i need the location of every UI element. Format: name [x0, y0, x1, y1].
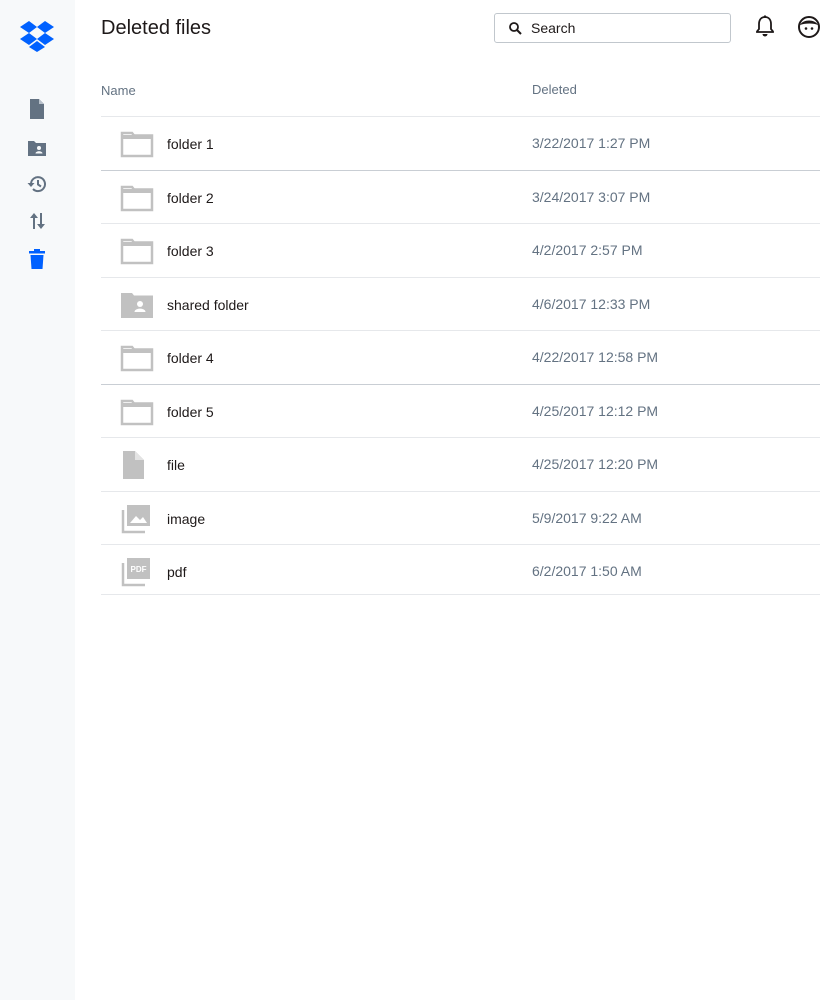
deleted-files-table: Name Deleted folder 1 3/22/2017 1:27 PM …	[101, 76, 820, 595]
shared-folder-icon	[121, 292, 153, 318]
folder-icon	[120, 345, 154, 372]
table-row[interactable]: folder 1 3/22/2017 1:27 PM	[101, 117, 820, 171]
table-row[interactable]: file 4/25/2017 12:20 PM	[101, 438, 820, 492]
folder-icon	[120, 238, 154, 265]
column-header-name[interactable]: Name	[101, 83, 136, 98]
row-name: folder 1	[167, 136, 214, 152]
row-deleted-date: 4/25/2017 12:20 PM	[532, 456, 659, 472]
shared-folder-icon[interactable]	[26, 137, 48, 159]
column-header-deleted[interactable]: Deleted	[532, 82, 577, 97]
search-icon	[509, 22, 522, 35]
file-icon[interactable]	[26, 98, 48, 120]
row-name: shared folder	[167, 296, 249, 313]
row-deleted-date: 3/22/2017 1:27 PM	[532, 135, 651, 151]
sidebar	[0, 0, 75, 1000]
page-title: Deleted files	[101, 17, 212, 39]
main-content: Deleted files Name Deleted folder 1	[75, 0, 840, 1000]
row-name: image	[167, 510, 206, 527]
search-input[interactable]	[531, 18, 721, 38]
folder-icon	[120, 185, 154, 211]
trash-icon[interactable]	[26, 248, 48, 270]
pdf-icon: PDF	[121, 558, 150, 587]
row-name: folder 2	[167, 189, 214, 206]
search-box[interactable]	[494, 13, 731, 43]
folder-icon	[120, 399, 154, 425]
table-row[interactable]: image 5/9/2017 9:22 AM	[101, 492, 820, 545]
row-name: pdf	[167, 564, 187, 580]
table-row[interactable]: folder 2 3/24/2017 3:07 PM	[101, 171, 820, 224]
row-deleted-date: 3/24/2017 3:07 PM	[532, 188, 651, 205]
row-deleted-date: 6/2/2017 1:50 AM	[532, 563, 642, 579]
folder-icon	[120, 131, 154, 158]
table-row[interactable]: shared folder 4/6/2017 12:33 PM	[101, 278, 820, 331]
row-deleted-date: 5/9/2017 9:22 AM	[532, 509, 642, 526]
table-header: Name Deleted	[101, 76, 820, 117]
row-deleted-date: 4/6/2017 12:33 PM	[532, 295, 651, 312]
row-name: folder 3	[167, 243, 214, 259]
avatar-icon[interactable]	[797, 15, 821, 39]
history-icon[interactable]	[26, 173, 48, 195]
image-icon	[121, 504, 150, 533]
dropbox-logo-icon[interactable]	[20, 20, 54, 52]
row-deleted-date: 4/2/2017 2:57 PM	[532, 242, 643, 258]
row-name: folder 5	[167, 403, 214, 420]
notification-bell-icon[interactable]	[755, 15, 775, 37]
row-name: folder 4	[167, 350, 214, 366]
row-deleted-date: 4/22/2017 12:58 PM	[532, 349, 659, 365]
file-icon	[123, 451, 144, 479]
pdf-badge-text: PDF	[131, 565, 147, 574]
row-name: file	[167, 457, 185, 473]
table-row[interactable]: folder 3 4/2/2017 2:57 PM	[101, 224, 820, 278]
table-row[interactable]: folder 4 4/22/2017 12:58 PM	[101, 331, 820, 385]
table-row[interactable]: folder 5 4/25/2017 12:12 PM	[101, 385, 820, 438]
row-deleted-date: 4/25/2017 12:12 PM	[532, 402, 659, 419]
transfer-icon[interactable]	[26, 210, 48, 232]
table-row[interactable]: PDF pdf 6/2/2017 1:50 AM	[101, 545, 820, 595]
